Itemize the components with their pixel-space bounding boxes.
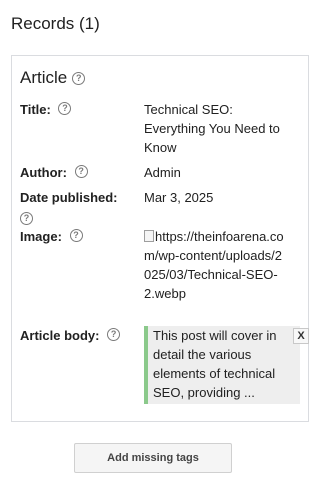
field-value-image-url: https://theinfoarena.com/wp-content/uplo… [144, 229, 284, 301]
help-icon[interactable]: ? [20, 212, 33, 226]
field-value-author: Admin [144, 165, 181, 180]
field-label-date-published: Date published: ? [20, 188, 130, 226]
field-row-article-body: Article body: ? This post will cover in … [20, 326, 309, 406]
field-value-image[interactable]: https://theinfoarena.com/wp-content/uplo… [144, 227, 288, 303]
help-icon[interactable]: ? [107, 328, 121, 342]
field-label-author-text: Author: [20, 165, 67, 180]
help-icon[interactable]: ? [72, 71, 86, 85]
field-value-date-published: Mar 3, 2025 [144, 190, 214, 205]
field-row-date-published: Date published: ? Mar 3, 2025 [20, 188, 302, 228]
field-label-article-body-text: Article body: [20, 328, 100, 343]
field-label-title-text: Title: [20, 102, 51, 117]
field-value-title: Technical SEO: Everything You Need to Kn… [144, 102, 280, 155]
article-body-excerpt: This post will cover in detail the vario… [144, 326, 300, 404]
structured-data-panel: Records (1) Article ? Title: ? Technical… [0, 0, 319, 479]
broken-image-icon [144, 230, 154, 242]
article-heading-text: Article [20, 68, 68, 87]
records-heading: Records (1) [11, 14, 100, 33]
close-icon[interactable]: X [293, 328, 309, 344]
field-label-date-published-text: Date published: [20, 190, 118, 205]
help-icon[interactable]: ? [69, 229, 83, 243]
field-label-image-text: Image: [20, 229, 62, 244]
field-label-author: Author: ? [20, 163, 138, 182]
article-card: Article ? Title: ? Technical SEO: Everyt… [11, 55, 309, 422]
field-row-author: Author: ? Admin [20, 163, 302, 183]
field-label-title: Title: ? [20, 100, 138, 119]
field-label-article-body: Article body: ? [20, 326, 138, 345]
article-heading: Article ? [20, 67, 86, 89]
field-label-image: Image: ? [20, 227, 138, 246]
add-missing-tags-button[interactable]: Add missing tags [74, 443, 232, 473]
field-row-image: Image: ? https://theinfoarena.com/wp-con… [20, 227, 302, 322]
field-row-title: Title: ? Technical SEO: Everything You N… [20, 100, 302, 160]
help-icon[interactable]: ? [58, 102, 72, 116]
help-icon[interactable]: ? [74, 165, 88, 179]
